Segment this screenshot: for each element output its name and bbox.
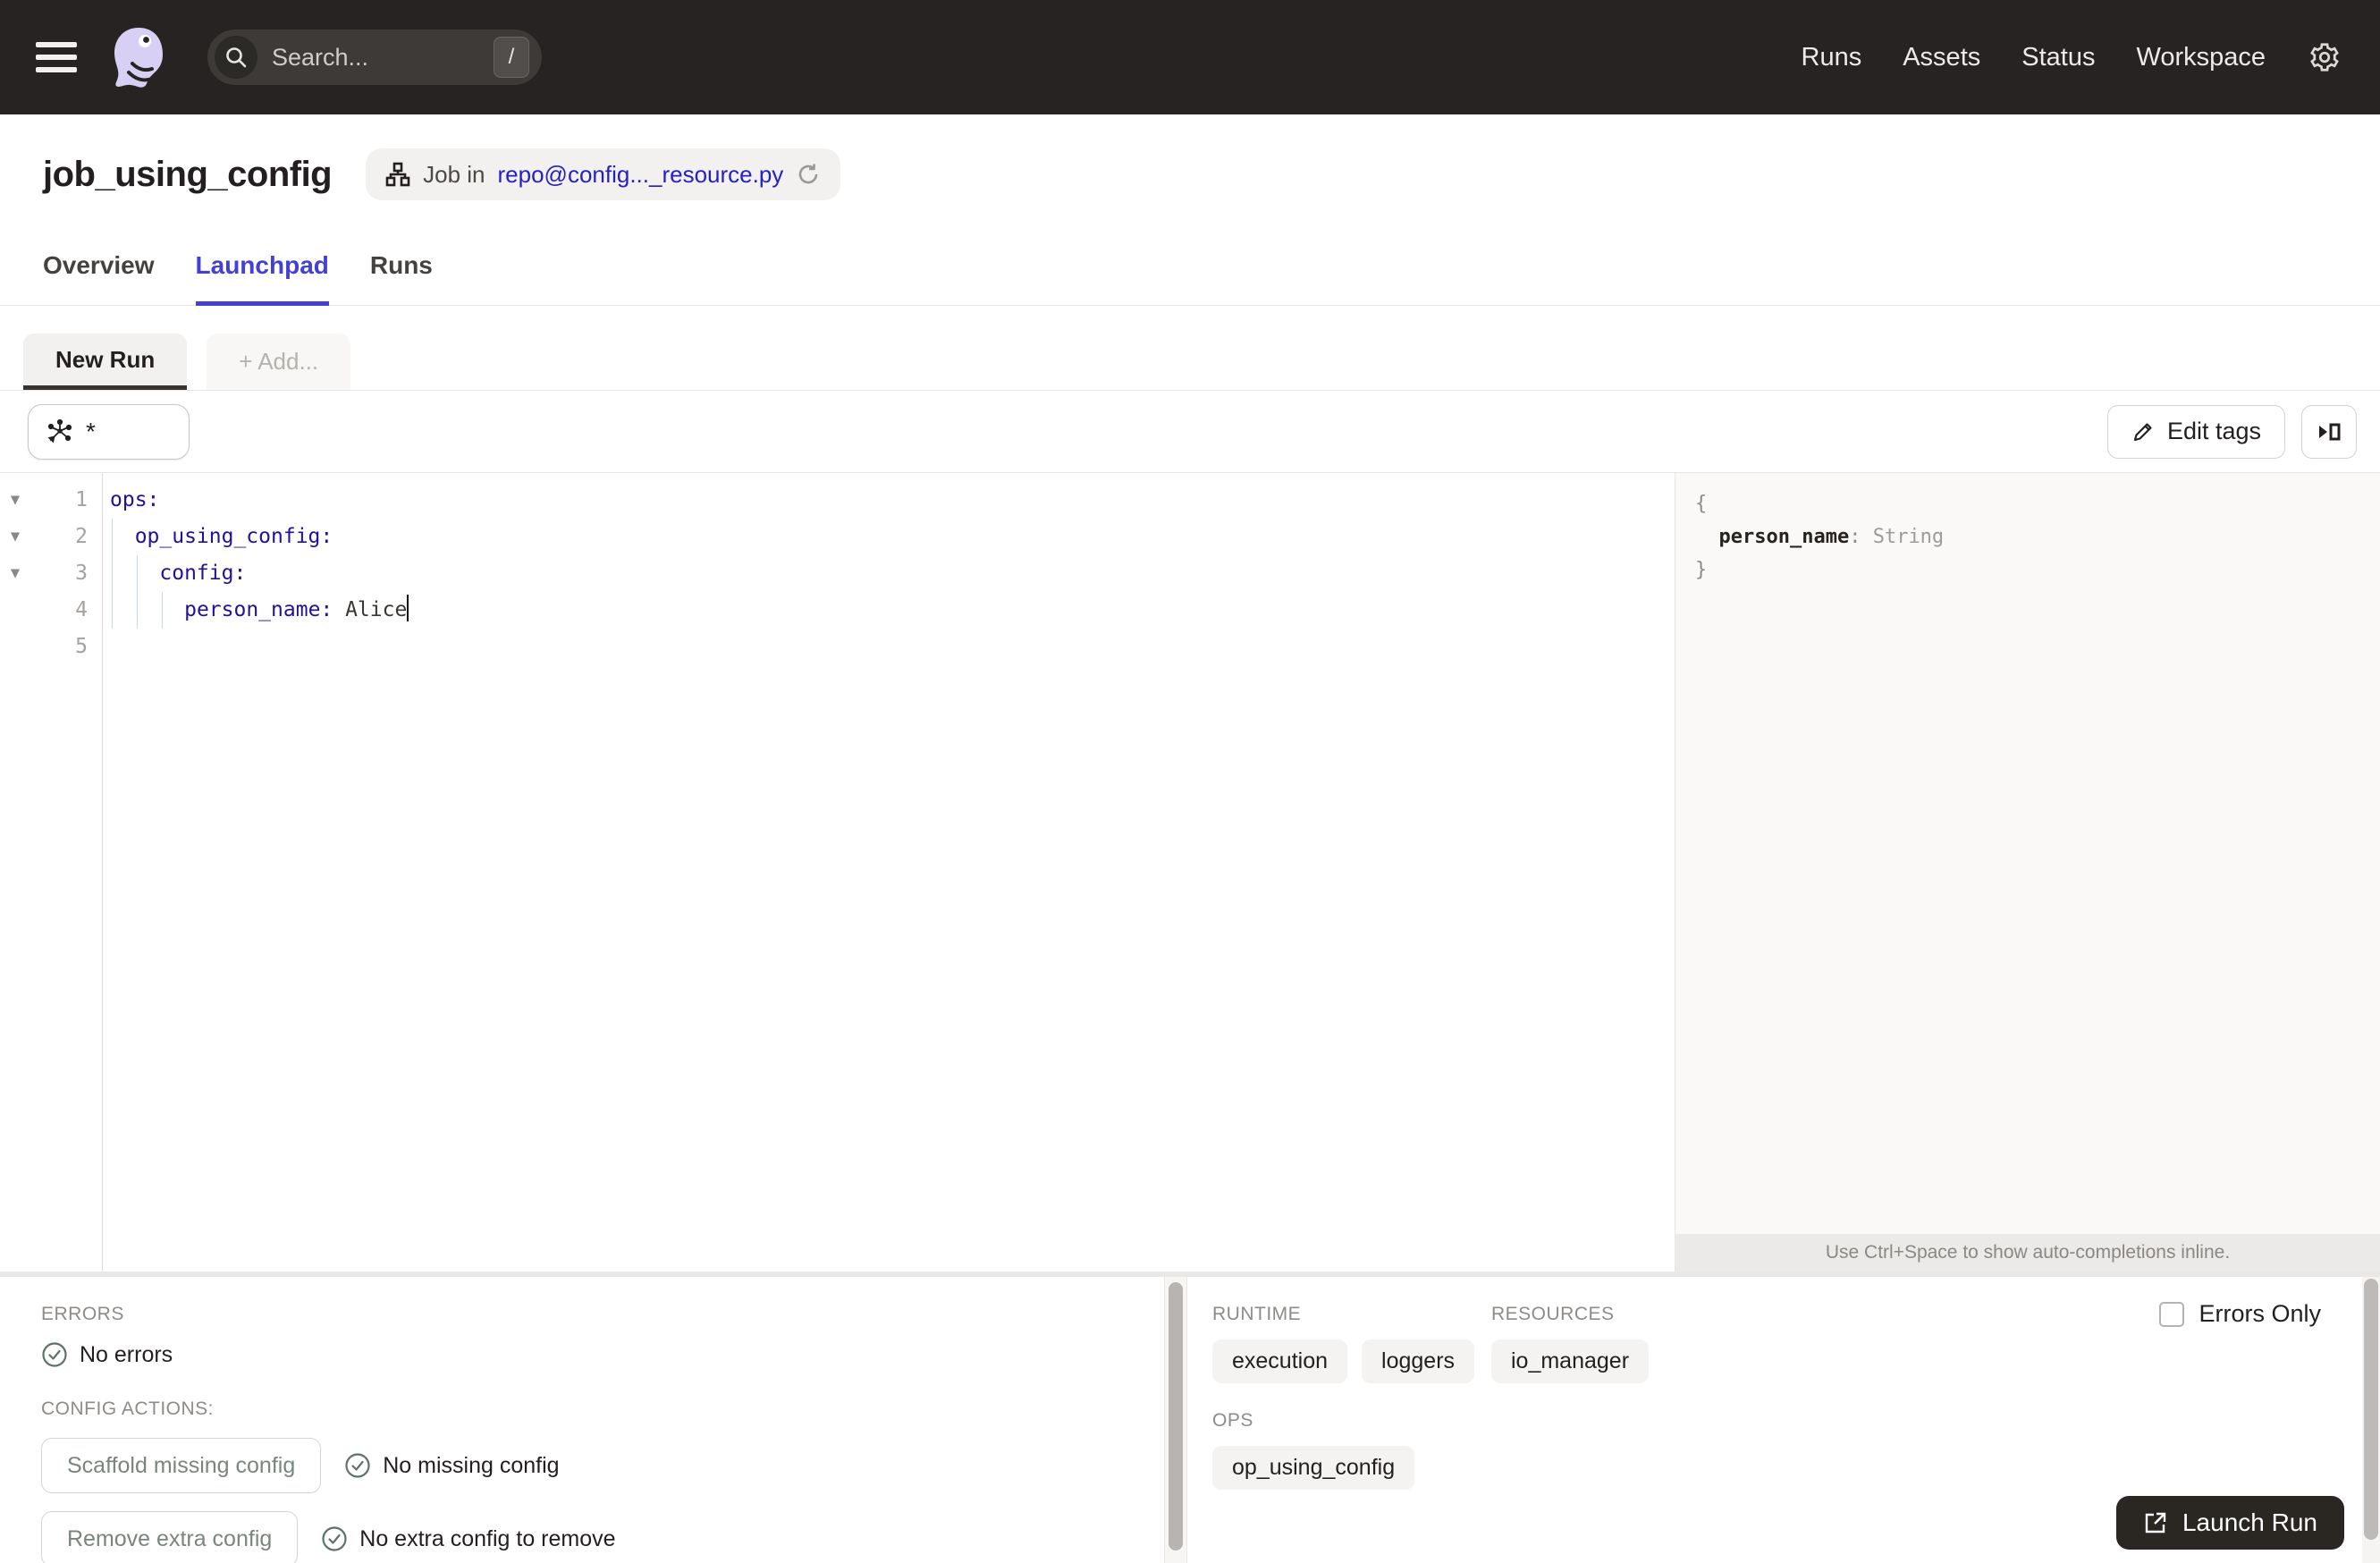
scaffold-status-label: No missing config (383, 1452, 560, 1478)
config-schema-panel: { person_name: String } Use Ctrl+Space t… (1675, 473, 2380, 1272)
op-selector-input[interactable]: * (28, 403, 190, 460)
external-link-icon (2143, 1510, 2168, 1535)
run-config-tabs: New Run + Add... (0, 306, 2380, 391)
errors-only-checkbox[interactable] (2159, 1301, 2185, 1327)
remove-config-row: Remove extra config No extra config to r… (41, 1511, 1164, 1563)
yaml-editor[interactable]: ▼ 1 ▼ 2 ▼ 3 4 5 ops: op_using_config: confi… (0, 473, 1675, 1272)
indent-guide (112, 519, 113, 629)
tab-launchpad[interactable]: Launchpad (195, 251, 330, 306)
config-actions-label: CONFIG ACTIONS: (41, 1398, 215, 1419)
line-number: 3 (75, 562, 88, 585)
preview-scrollbar[interactable] (2362, 1277, 2380, 1563)
text-cursor (407, 595, 409, 621)
editor-gutter: ▼ 1 ▼ 2 ▼ 3 4 5 (0, 473, 103, 1272)
editor-code-area[interactable]: ops: op_using_config: config: person_nam… (103, 473, 1675, 1272)
reload-icon[interactable] (796, 162, 821, 187)
top-nav: / Runs Assets Status Workspace (0, 0, 2380, 114)
autocomplete-hint: Use Ctrl+Space to show auto-completions … (1675, 1234, 2380, 1272)
errors-section-label: ERRORS (41, 1304, 124, 1324)
line-number: 5 (75, 635, 88, 658)
run-config-tab-new-run[interactable]: New Run (23, 334, 188, 390)
launchpad-toolbar: * Edit tags (0, 391, 2380, 473)
nav-link-status[interactable]: Status (2021, 43, 2095, 72)
nav-link-runs[interactable]: Runs (1802, 43, 1862, 72)
job-graph-icon (385, 162, 410, 187)
ops-section-label: OPS (1212, 1410, 1253, 1431)
op-selector-value: * (86, 417, 96, 445)
schema-body: { person_name: String } (1675, 473, 2380, 1234)
page-header: job_using_config Job in repo@config..._r… (0, 114, 2380, 234)
fold-arrow-icon[interactable]: ▼ (0, 482, 30, 519)
runtime-tag[interactable]: execution (1212, 1339, 1348, 1383)
no-errors-row: No errors (41, 1341, 1164, 1368)
run-preview-panel: RUNTIME execution loggers RESOURCES io_m… (1187, 1277, 2380, 1563)
expand-panel-icon (2316, 418, 2342, 445)
line-number: 4 (75, 598, 88, 621)
scrollbar-thumb[interactable] (2364, 1279, 2378, 1540)
op-graph-icon (46, 418, 73, 445)
bottom-panel-scrollbar[interactable] (1164, 1277, 1187, 1563)
code-line: op_using_config: (134, 525, 333, 548)
page-title: job_using_config (43, 154, 333, 194)
remove-status-label: No extra config to remove (359, 1525, 616, 1551)
code-line: ops: (110, 488, 160, 511)
op-tag[interactable]: op_using_config (1212, 1446, 1415, 1490)
edit-tags-label: Edit tags (2166, 418, 2261, 444)
check-circle-icon (42, 1342, 67, 1367)
scrollbar-thumb[interactable] (1169, 1282, 1183, 1550)
remove-extra-config-button[interactable]: Remove extra config (41, 1511, 299, 1563)
errors-only-control: Errors Only (2159, 1300, 2321, 1328)
toggle-right-panel-button[interactable] (2301, 404, 2357, 459)
errors-panel: ERRORS No errors CONFIG ACTIONS: Scaffol… (0, 1277, 1164, 1563)
add-config-tab-button[interactable]: + Add... (207, 334, 351, 390)
search-input[interactable] (272, 43, 494, 72)
bottom-panel: ERRORS No errors CONFIG ACTIONS: Scaffol… (0, 1272, 2380, 1563)
dagster-logo-icon[interactable] (105, 24, 172, 90)
nav-link-assets[interactable]: Assets (1903, 43, 1980, 72)
indent-guide (162, 592, 163, 629)
search-shortcut-key: / (494, 37, 529, 78)
edit-tags-button[interactable]: Edit tags (2106, 404, 2285, 459)
scaffold-config-row: Scaffold missing config No missing confi… (41, 1438, 1164, 1493)
schema-open-brace: { (1695, 493, 1708, 515)
launch-run-label: Launch Run (2182, 1508, 2317, 1536)
nav-links: Runs Assets Status Workspace (1802, 43, 2266, 72)
scaffold-missing-config-button[interactable]: Scaffold missing config (41, 1438, 322, 1493)
tab-overview[interactable]: Overview (43, 251, 155, 305)
scaffold-status: No missing config (344, 1452, 560, 1479)
repo-link[interactable]: repo@config..._resource.py (498, 161, 784, 189)
job-origin-badge: Job in repo@config..._resource.py (366, 148, 841, 200)
remove-status: No extra config to remove (321, 1525, 616, 1552)
nav-link-workspace[interactable]: Workspace (2136, 43, 2266, 72)
search-box[interactable]: / (207, 30, 542, 85)
page-tabs: Overview Launchpad Runs (0, 234, 2380, 306)
indent-guide (137, 555, 138, 629)
runtime-section-label: RUNTIME (1212, 1304, 1302, 1324)
fold-arrow-icon[interactable]: ▼ (0, 555, 30, 592)
errors-only-label: Errors Only (2199, 1300, 2321, 1327)
no-errors-label: No errors (80, 1341, 173, 1367)
code-line: person_name: Alice (110, 592, 1675, 629)
check-circle-icon (345, 1453, 370, 1478)
code-line: config: (159, 562, 247, 585)
runtime-tag[interactable]: loggers (1362, 1339, 1475, 1383)
settings-gear-icon[interactable] (2308, 41, 2341, 73)
check-circle-icon (322, 1526, 347, 1551)
fold-arrow-icon[interactable]: ▼ (0, 519, 30, 555)
pencil-icon (2131, 420, 2155, 444)
menu-icon[interactable] (36, 42, 77, 72)
job-badge-prefix: Job in (423, 160, 485, 188)
schema-close-brace: } (1695, 559, 1708, 581)
config-workspace: ▼ 1 ▼ 2 ▼ 3 4 5 ops: op_using_config: confi… (0, 473, 2380, 1272)
line-number: 1 (75, 488, 88, 511)
tab-runs[interactable]: Runs (370, 251, 433, 305)
line-number: 2 (75, 525, 88, 548)
resources-section-label: RESOURCES (1491, 1304, 1615, 1324)
schema-field-row[interactable]: person_name: String (1695, 520, 2380, 553)
search-icon (215, 36, 257, 79)
resource-tag[interactable]: io_manager (1491, 1339, 1650, 1383)
launch-run-button[interactable]: Launch Run (2115, 1496, 2344, 1550)
